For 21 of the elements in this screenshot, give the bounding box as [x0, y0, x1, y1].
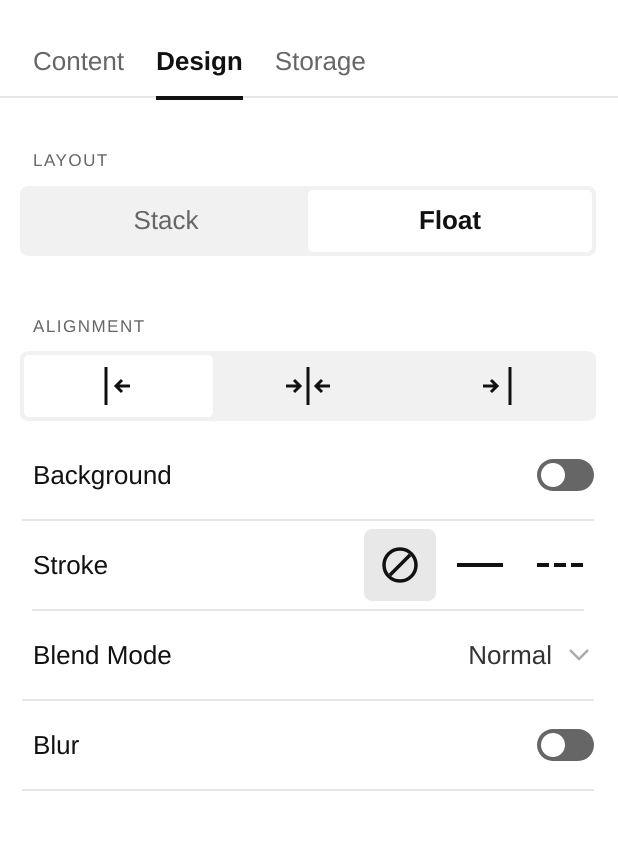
align-center-icon: [284, 367, 331, 405]
segment-option[interactable]: Stack: [24, 190, 308, 252]
align-right-icon: [482, 367, 512, 405]
chevron-down-icon: [568, 648, 590, 662]
section-label: ALIGNMENT: [33, 316, 147, 338]
tab[interactable]: Content: [33, 0, 124, 100]
row-label: Blend Mode: [33, 638, 172, 672]
toggle-switch[interactable]: [537, 729, 594, 761]
section-label: LAYOUT: [33, 150, 110, 172]
no-stroke-icon: [381, 546, 419, 584]
tab[interactable]: Storage: [274, 0, 366, 100]
stroke-option[interactable]: [364, 529, 436, 601]
blend-mode-dropdown[interactable]: Normal: [468, 636, 590, 674]
tab[interactable]: Design: [156, 0, 243, 100]
row-label: Stroke: [33, 548, 108, 582]
toggle-switch[interactable]: [537, 459, 594, 491]
segment-option[interactable]: Float: [308, 190, 592, 252]
solid-line-icon: [457, 562, 503, 568]
dashed-line-icon: [537, 562, 583, 568]
row-label: Blur: [33, 728, 80, 762]
row-label: Background: [33, 458, 172, 492]
